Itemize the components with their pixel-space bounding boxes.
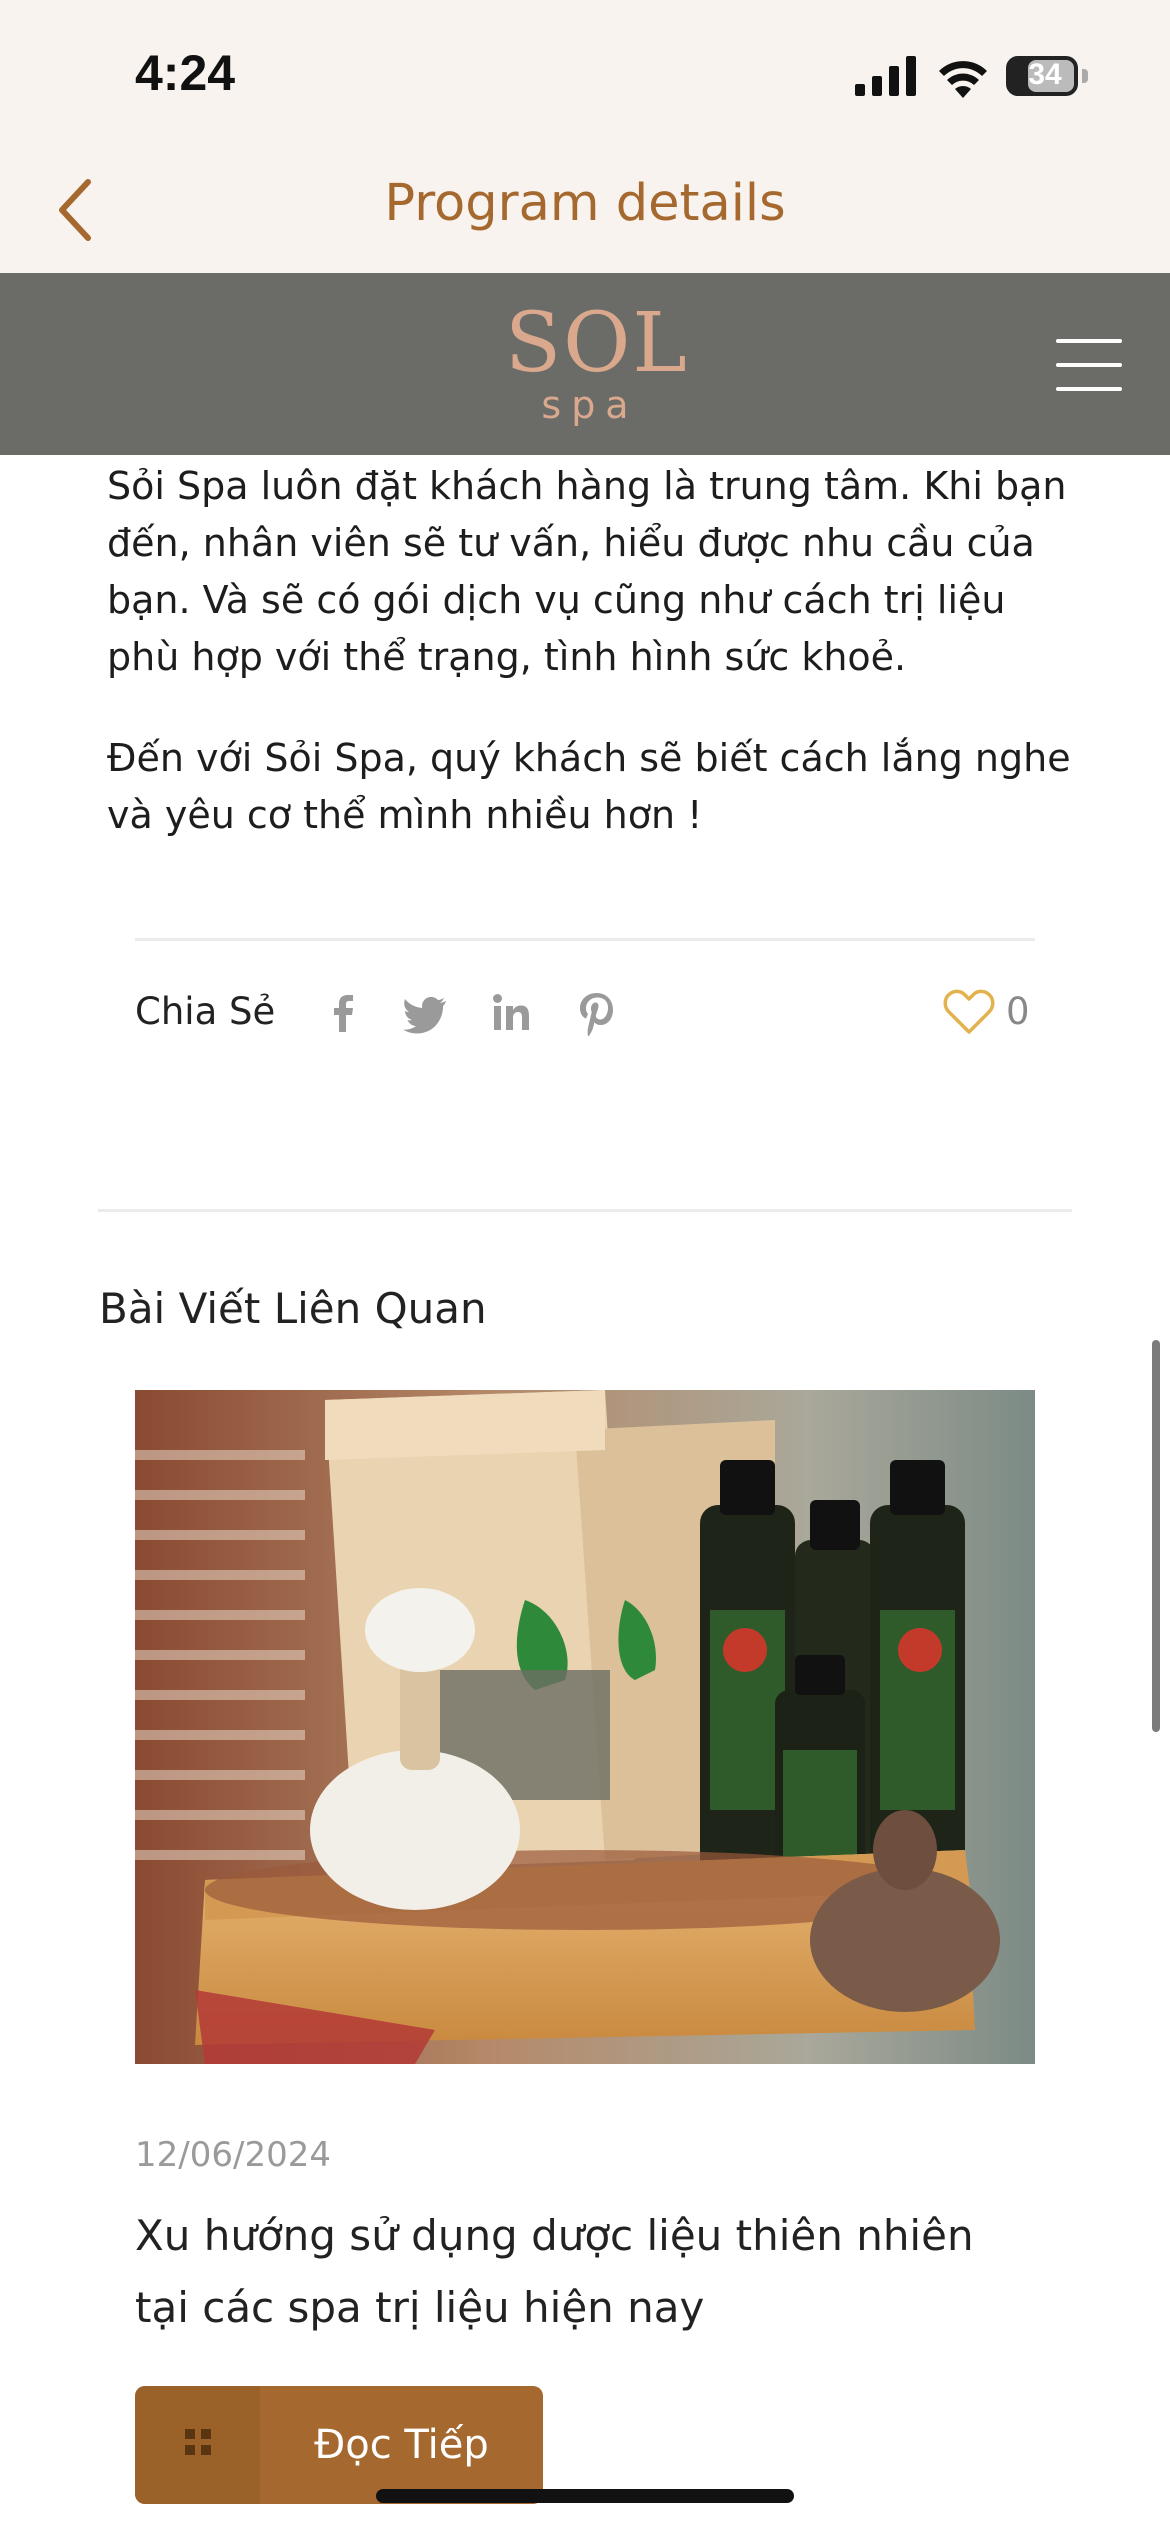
share-label: Chia Sẻ bbox=[135, 990, 276, 1033]
facebook-icon[interactable] bbox=[318, 988, 368, 1038]
status-time: 4:24 bbox=[135, 45, 236, 101]
wifi-icon bbox=[939, 61, 987, 98]
pinterest-icon[interactable] bbox=[572, 988, 622, 1038]
logo-text: SOL bbox=[505, 296, 689, 391]
nav-header: Program details bbox=[0, 150, 1170, 273]
post-title[interactable]: Xu hướng sử dụng dược liệu thiên nhiên t… bbox=[135, 2200, 1035, 2344]
twitter-icon[interactable] bbox=[402, 988, 452, 1038]
home-indicator[interactable] bbox=[376, 2489, 794, 2503]
scrollbar[interactable] bbox=[1152, 1340, 1160, 1732]
battery-icon: 34 bbox=[1006, 56, 1088, 96]
read-more-label: Đọc Tiếp bbox=[314, 2422, 489, 2468]
related-post-image[interactable] bbox=[135, 1390, 1035, 2064]
read-more-button[interactable]: Đọc Tiếp bbox=[135, 2386, 543, 2504]
article-paragraph: Sỏi Spa luôn đặt khách hàng là trung tâm… bbox=[107, 464, 1067, 679]
read-more-icon-box bbox=[135, 2386, 260, 2504]
status-bar: 4:24 34 bbox=[0, 0, 1170, 150]
linkedin-icon[interactable] bbox=[486, 988, 536, 1038]
related-posts-heading: Bài Viết Liên Quan bbox=[99, 1284, 487, 1333]
like-count: 0 bbox=[1006, 990, 1030, 1033]
divider bbox=[98, 1209, 1072, 1212]
post-date: 12/06/2024 bbox=[135, 2135, 331, 2175]
article-body: Sỏi Spa luôn đặt khách hàng là trung tâm… bbox=[107, 458, 1077, 888]
hamburger-menu-icon[interactable] bbox=[1056, 339, 1122, 391]
site-header: SOL spa bbox=[0, 273, 1170, 455]
article-paragraph: Đến với Sỏi Spa, quý khách sẽ biết cách … bbox=[107, 736, 1071, 837]
page-title: Program details bbox=[384, 174, 786, 233]
sol-spa-logo[interactable]: SOL spa bbox=[505, 296, 689, 434]
cellular-signal-icon bbox=[855, 56, 916, 96]
battery-level: 34 bbox=[1028, 58, 1062, 91]
grid-icon bbox=[185, 2429, 211, 2455]
heart-like-icon[interactable] bbox=[943, 988, 995, 1036]
logo-subtext: spa bbox=[541, 383, 639, 427]
divider bbox=[135, 938, 1035, 941]
